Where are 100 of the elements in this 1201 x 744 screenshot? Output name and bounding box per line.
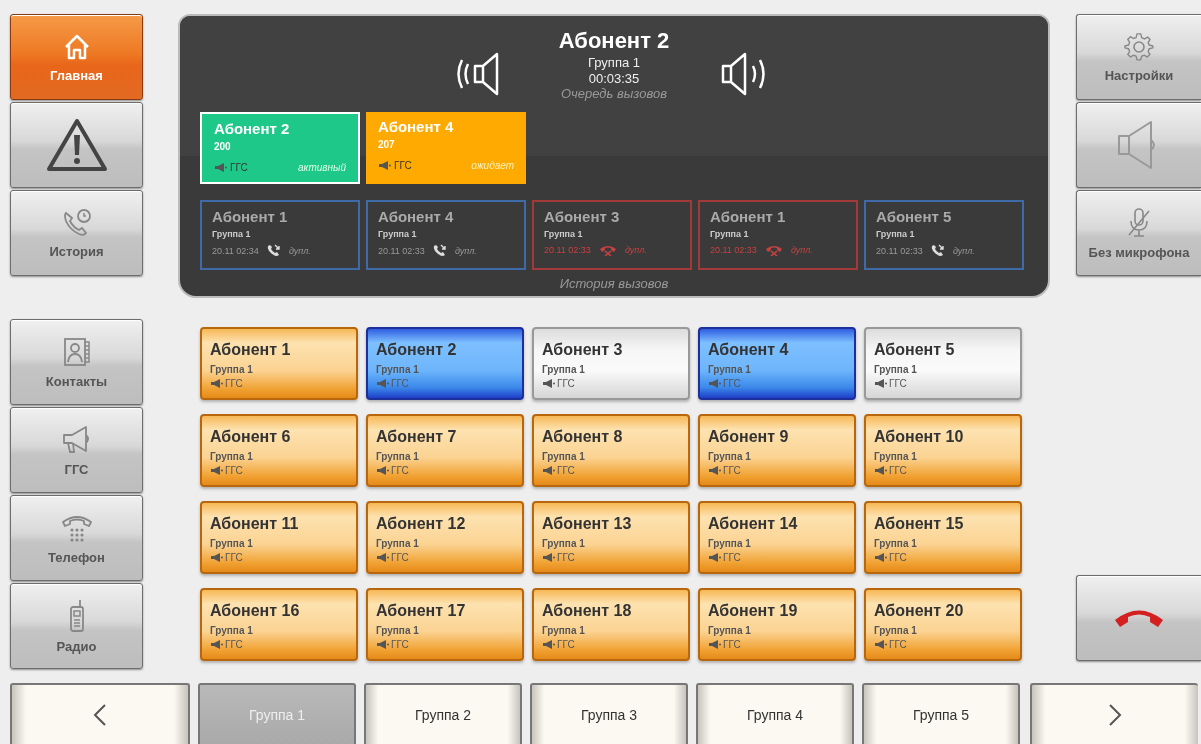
status-label: ожидает — [471, 160, 514, 171]
nav-button[interactable]: Настройки — [1076, 14, 1201, 100]
microphone-off-icon — [1126, 206, 1152, 239]
subscriber-button[interactable]: Абонент 14 Группа 1 ГГС — [698, 501, 856, 574]
megaphone-icon — [376, 379, 389, 388]
subscriber-button[interactable]: Абонент 10 Группа 1 ГГС — [864, 414, 1022, 487]
group-tab[interactable]: Группа 2 — [364, 683, 522, 744]
subscriber-button[interactable]: Абонент 9 Группа 1 ГГС — [698, 414, 856, 487]
subscriber-name: Абонент 2 — [214, 120, 291, 137]
subscriber-button[interactable]: Абонент 17 Группа 1 ГГС — [366, 588, 524, 661]
subscriber-group: Группа 1 — [876, 229, 1012, 239]
hang-up-icon — [598, 244, 617, 256]
mode-label: дупл. — [790, 245, 813, 255]
subscriber-name: Абонент 1 — [710, 208, 787, 225]
history-card[interactable]: Абонент 1 Группа 1 20.11 02:34 дупл. — [200, 200, 360, 270]
megaphone-icon — [874, 640, 887, 649]
queue-card[interactable]: Абонент 2 200 ГГС активный — [200, 112, 360, 184]
subscriber-button[interactable]: Абонент 1 Группа 1 ГГС — [200, 327, 358, 400]
group-tab[interactable]: Группа 3 — [530, 683, 688, 744]
subscriber-name: Абонент 4 — [378, 208, 455, 225]
line-label: ГГС — [230, 162, 248, 173]
nav-button[interactable]: Контакты — [10, 319, 143, 405]
group-tab[interactable]: Группа 5 — [862, 683, 1020, 744]
call-duration: 00:03:35 — [588, 71, 640, 86]
section-label: Очередь вызовов — [561, 86, 667, 101]
megaphone-icon — [210, 466, 223, 475]
megaphone-icon — [376, 640, 389, 649]
status-label: активный — [298, 162, 346, 173]
history-card[interactable]: Абонент 4 Группа 1 20.11 02:33 дупл. — [366, 200, 526, 270]
group-tab[interactable]: Группа 4 — [696, 683, 854, 744]
call-time: 20.11 02:33 — [378, 245, 425, 256]
history-card[interactable]: Абонент 1 Группа 1 20.11 02:33 дупл. — [698, 200, 858, 270]
subscriber-button[interactable]: Абонент 4 Группа 1 ГГС — [698, 327, 856, 400]
subscriber-group: Группа 1 — [710, 229, 846, 239]
subscriber-group: Группа 1 — [378, 229, 514, 239]
call-time: 20.11 02:34 — [212, 245, 259, 256]
call-time: 20.11 02:33 — [544, 245, 591, 255]
previous-button[interactable] — [10, 683, 190, 744]
history-card[interactable]: Абонент 3 Группа 1 20.11 02:33 дупл. — [532, 200, 692, 270]
subscriber-button[interactable]: Абонент 7 Группа 1 ГГС — [366, 414, 524, 487]
nav-button[interactable]: ГГС — [10, 407, 143, 493]
subscriber-button[interactable]: Абонент 6 Группа 1 ГГС — [200, 414, 358, 487]
megaphone-icon — [542, 553, 555, 562]
hang-up-button[interactable] — [1076, 575, 1201, 661]
nav-button[interactable] — [1076, 102, 1201, 188]
megaphone-icon — [542, 466, 555, 475]
phone-arrow-icon — [432, 244, 447, 257]
caller-name: Абонент 2 — [558, 28, 670, 54]
subscriber-button[interactable]: Абонент 2 Группа 1 ГГС — [366, 327, 524, 400]
megaphone-icon — [210, 553, 223, 562]
next-button[interactable] — [1030, 683, 1198, 744]
subscriber-button[interactable]: Абонент 13 Группа 1 ГГС — [532, 501, 690, 574]
subscriber-button[interactable]: Абонент 3 Группа 1 ГГС — [532, 327, 690, 400]
history-card[interactable]: Абонент 5 Группа 1 20.11 02:33 дупл. — [864, 200, 1024, 270]
subscriber-name: Абонент 3 — [544, 208, 621, 225]
subscriber-group: Группа 1 — [544, 229, 680, 239]
mode-label: дупл. — [288, 245, 311, 256]
call-time: 20.11 02:33 — [710, 245, 757, 255]
subscriber-button[interactable]: Абонент 20 Группа 1 ГГС — [864, 588, 1022, 661]
subscriber-button[interactable]: Абонент 8 Группа 1 ГГС — [532, 414, 690, 487]
subscriber-number: 200 — [214, 141, 232, 152]
subscriber-name: Абонент 4 — [378, 118, 455, 135]
phone-arrow-icon — [266, 244, 281, 257]
nav-button[interactable]: Телефон — [10, 495, 143, 581]
subscriber-button[interactable]: Абонент 5 Группа 1 ГГС — [864, 327, 1022, 400]
subscriber-button[interactable]: Абонент 19 Группа 1 ГГС — [698, 588, 856, 661]
mode-label: дупл. — [624, 245, 647, 255]
megaphone-icon — [542, 379, 555, 388]
subscriber-button[interactable]: Абонент 15 Группа 1 ГГС — [864, 501, 1022, 574]
subscriber-button[interactable]: Абонент 18 Группа 1 ГГС — [532, 588, 690, 661]
queue-card[interactable]: Абонент 4 207 ГГС ожидает — [366, 112, 526, 184]
megaphone-icon — [874, 379, 887, 388]
megaphone-icon — [708, 466, 721, 475]
subscriber-name: Абонент 1 — [212, 208, 289, 225]
megaphone-icon — [210, 379, 223, 388]
megaphone-icon — [542, 640, 555, 649]
megaphone-icon — [708, 640, 721, 649]
caller-group: Группа 1 — [587, 55, 640, 70]
subscriber-button[interactable]: Абонент 16 Группа 1 ГГС — [200, 588, 358, 661]
megaphone-icon — [874, 553, 887, 562]
megaphone-icon — [708, 379, 721, 388]
nav-button[interactable] — [10, 102, 143, 188]
megaphone-icon — [874, 466, 887, 475]
subscriber-button[interactable]: Абонент 11 Группа 1 ГГС — [200, 501, 358, 574]
subscriber-button[interactable]: Абонент 12 Группа 1 ГГС — [366, 501, 524, 574]
chevron-right-icon — [1108, 703, 1122, 727]
subscriber-name: Абонент 5 — [876, 208, 953, 225]
nav-button[interactable]: История — [10, 190, 143, 276]
mode-label: дупл. — [952, 245, 975, 256]
call-time: 20.11 02:33 — [876, 245, 923, 256]
mode-label: дупл. — [454, 245, 477, 256]
subscriber-number: 207 — [378, 139, 396, 150]
megaphone-icon — [210, 640, 223, 649]
line-label: ГГС — [394, 160, 412, 171]
nav-button[interactable]: Радио — [10, 583, 143, 669]
megaphone-icon — [376, 466, 389, 475]
megaphone-icon — [376, 553, 389, 562]
nav-button[interactable]: Без микрофона — [1076, 190, 1201, 276]
section-label: История вызовов — [559, 276, 669, 291]
megaphone-icon — [214, 163, 227, 172]
